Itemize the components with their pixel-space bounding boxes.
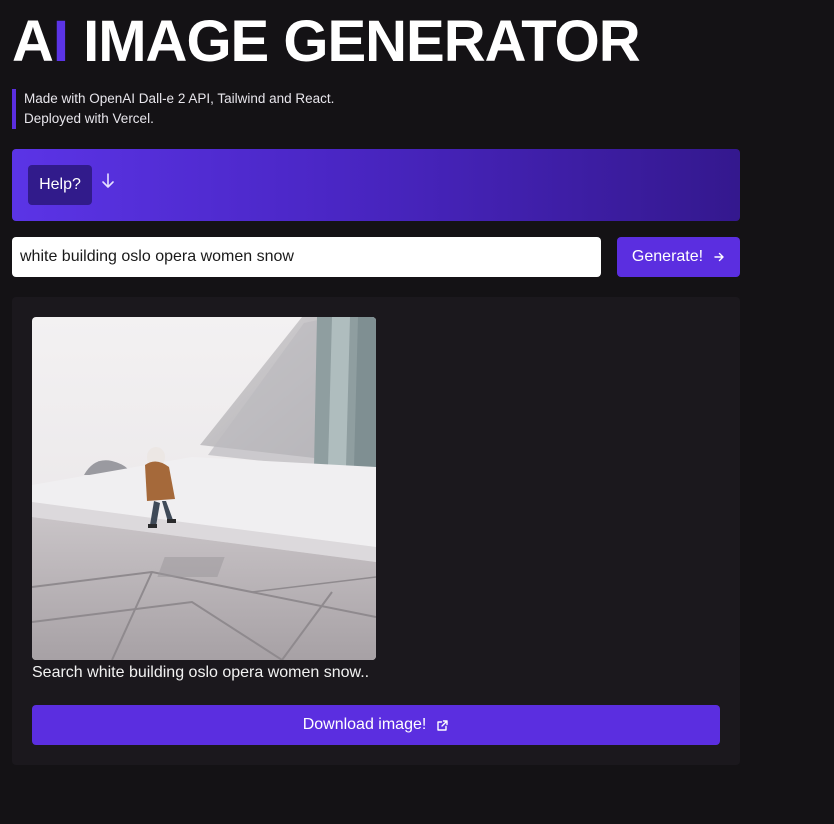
title-rest: IMAGE GENERATOR bbox=[68, 9, 640, 74]
search-input[interactable] bbox=[12, 237, 601, 277]
title-prefix: A bbox=[12, 9, 54, 74]
title-accent-bar: I bbox=[52, 9, 69, 74]
result-caption: Search white building oslo opera women s… bbox=[32, 664, 370, 681]
external-link-icon bbox=[437, 719, 449, 731]
download-label: Download image! bbox=[302, 716, 427, 733]
download-button[interactable]: Download image! bbox=[32, 705, 720, 745]
help-panel: Help? bbox=[12, 149, 740, 221]
result-card: Search white building oslo opera women s… bbox=[12, 297, 740, 765]
generate-label: Generate! bbox=[631, 248, 704, 265]
arrow-down-icon[interactable] bbox=[100, 171, 116, 191]
info-line-1: Made with OpenAI Dall-e 2 API, Tailwind … bbox=[24, 91, 335, 106]
info-line-2: Deployed with Vercel. bbox=[24, 111, 154, 126]
help-button[interactable]: Help? bbox=[28, 165, 92, 205]
info-block: Made with OpenAI Dall-e 2 API, Tailwind … bbox=[12, 89, 412, 129]
generate-button[interactable]: Generate! bbox=[617, 237, 740, 277]
page-title: AI IMAGE GENERATOR bbox=[12, 9, 641, 74]
generated-image bbox=[32, 317, 376, 660]
arrow-right-icon bbox=[714, 252, 724, 262]
